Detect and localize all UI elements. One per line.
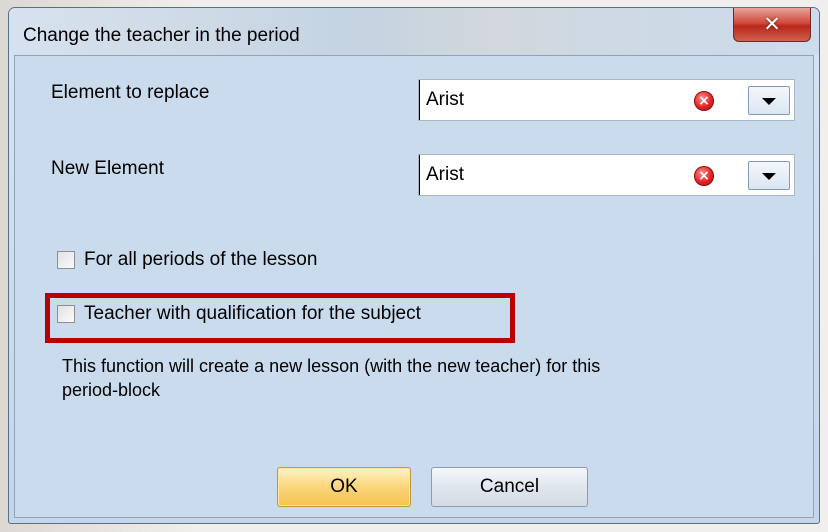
clear-icon[interactable]: × xyxy=(694,166,714,186)
cancel-button[interactable]: Cancel xyxy=(431,467,588,507)
teacher-qualification-label[interactable]: Teacher with qualification for the subje… xyxy=(84,303,421,325)
info-text: This function will create a new lesson (… xyxy=(62,354,762,402)
dialog-window: Change the teacher in the period ✕ Eleme… xyxy=(8,7,820,524)
info-text-line-1: This function will create a new lesson (… xyxy=(62,356,601,376)
all-periods-checkbox[interactable] xyxy=(57,251,75,269)
dialog-title: Change the teacher in the period xyxy=(23,25,300,46)
new-element-value[interactable]: Arist xyxy=(419,155,464,195)
element-to-replace-label: Element to replace xyxy=(51,82,210,103)
clear-icon[interactable]: × xyxy=(694,91,714,111)
element-to-replace-value[interactable]: Arist xyxy=(419,80,464,120)
new-element-dropdown-button[interactable] xyxy=(748,161,790,190)
info-text-line-2: period-block xyxy=(62,380,161,400)
element-to-replace-combo[interactable]: Arist × xyxy=(418,79,795,121)
all-periods-label[interactable]: For all periods of the lesson xyxy=(84,249,317,271)
teacher-qualification-checkbox[interactable] xyxy=(57,305,75,323)
chevron-down-icon xyxy=(762,173,776,180)
close-icon: ✕ xyxy=(763,12,781,36)
new-element-combo[interactable]: Arist × xyxy=(418,154,795,196)
chevron-down-icon xyxy=(762,98,776,105)
element-to-replace-dropdown-button[interactable] xyxy=(748,86,790,115)
ok-button[interactable]: OK xyxy=(277,467,411,507)
title-bar[interactable]: Change the teacher in the period ✕ xyxy=(9,8,819,55)
new-element-label: New Element xyxy=(51,158,164,179)
dialog-content: Element to replace Arist × New Element A… xyxy=(14,55,814,518)
close-button[interactable]: ✕ xyxy=(733,8,811,42)
